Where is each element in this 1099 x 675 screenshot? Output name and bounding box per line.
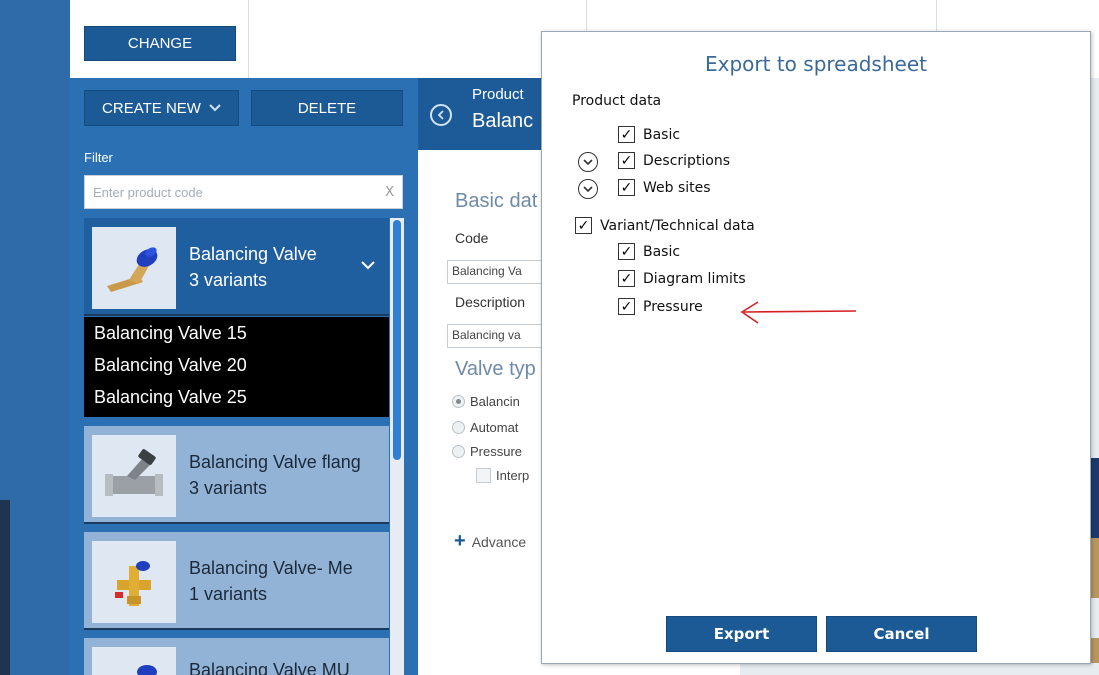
radio-label: Pressure xyxy=(470,444,523,459)
product-name: Balancing Valve- Me xyxy=(189,558,353,578)
export-dialog: Export to spreadsheet Product data ✓ Bas… xyxy=(541,31,1091,664)
toolbar-divider xyxy=(248,0,249,78)
detail-body: Basic dat Code Balancing Va Description … xyxy=(418,150,548,675)
create-new-label: CREATE NEW xyxy=(102,99,201,117)
valve-type-radio[interactable]: Automat xyxy=(452,420,518,435)
checkbox-label: Variant/Technical data xyxy=(600,217,755,234)
checkbox-label: Diagram limits xyxy=(643,270,746,287)
product-name: Balancing Valve MU xyxy=(189,660,350,675)
basic-data-heading: Basic dat xyxy=(455,190,538,212)
dialog-title: Export to spreadsheet xyxy=(705,52,927,76)
clear-filter-icon[interactable]: X xyxy=(385,185,394,200)
product-list-item[interactable]: Balancing Valve MU xyxy=(84,638,389,675)
right-edge-background xyxy=(1091,78,1099,675)
bottom-edge-background xyxy=(740,663,1099,675)
product-list-item[interactable]: Balancing Valve 3 variants xyxy=(84,218,389,316)
product-list-item[interactable]: Balancing Valve flang 3 variants xyxy=(84,426,389,524)
variant-basic-checkbox[interactable]: ✓ Basic xyxy=(618,243,680,260)
advanced-label: Advance xyxy=(471,533,527,550)
description-field[interactable]: Balancing va xyxy=(447,324,548,348)
scrollbar-thumb[interactable] xyxy=(393,220,401,460)
checkmark-icon: ✓ xyxy=(618,270,635,287)
delete-button[interactable]: DELETE xyxy=(251,90,403,126)
diagram-limits-checkbox[interactable]: ✓ Diagram limits xyxy=(618,270,746,287)
product-name: Balancing Valve flang xyxy=(189,452,361,472)
product-list-panel: CREATE NEW DELETE Filter X Balancing Val… xyxy=(70,78,418,675)
checkbox-label: Basic xyxy=(643,126,681,143)
checkmark-icon: ✓ xyxy=(618,179,635,196)
checkmark-icon: ✓ xyxy=(618,152,635,169)
checkbox-label: Web sites xyxy=(643,179,711,196)
product-thumbnail xyxy=(92,435,176,517)
product-list-item[interactable]: Balancing Valve- Me 1 variants xyxy=(84,532,389,630)
valve-type-heading: Valve typ xyxy=(455,358,536,380)
valve-type-radio[interactable]: Pressure xyxy=(452,444,522,459)
checkbox-icon xyxy=(476,468,491,483)
detail-header: Product Balanc xyxy=(418,78,548,150)
variant-row[interactable]: Balancing Valve 15 xyxy=(84,317,389,349)
interp-checkbox[interactable]: Interp xyxy=(476,468,529,483)
radio-icon xyxy=(452,395,465,408)
checkbox-label: Basic xyxy=(643,243,681,260)
variant-list: Balancing Valve 15 Balancing Valve 20 Ba… xyxy=(84,317,389,417)
filter-label: Filter xyxy=(84,150,113,165)
expand-web-sites-icon[interactable] xyxy=(578,179,598,199)
description-label: Description xyxy=(455,294,526,310)
product-thumbnail xyxy=(92,541,176,623)
product-basic-checkbox[interactable]: ✓ Basic xyxy=(618,126,680,143)
right-edge-block xyxy=(1091,538,1099,598)
left-edge-background xyxy=(0,0,70,675)
pressure-checkbox[interactable]: ✓ Pressure xyxy=(618,298,703,315)
web-sites-checkbox[interactable]: ✓ Web sites xyxy=(618,179,711,196)
product-thumbnail xyxy=(92,227,176,309)
radio-label: Automat xyxy=(470,420,519,435)
radio-icon xyxy=(452,421,465,434)
product-code-input[interactable] xyxy=(93,184,386,200)
variant-technical-checkbox[interactable]: ✓ Variant/Technical data xyxy=(575,217,755,234)
checkbox-label: Interp xyxy=(496,468,530,483)
back-icon[interactable] xyxy=(430,104,452,126)
variant-count: 3 variants xyxy=(189,478,268,498)
variant-row[interactable]: Balancing Valve 25 xyxy=(84,381,389,413)
code-label: Code xyxy=(455,230,489,246)
filter-field: X xyxy=(84,175,403,209)
checkbox-label: Descriptions xyxy=(643,152,731,169)
descriptions-checkbox[interactable]: ✓ Descriptions xyxy=(618,152,730,169)
cancel-button[interactable]: Cancel xyxy=(826,616,977,652)
radio-icon xyxy=(452,445,465,458)
left-edge-dark-strip xyxy=(0,500,10,675)
variant-count: 3 variants xyxy=(189,270,268,290)
red-arrow-annotation xyxy=(740,301,857,324)
detail-kicker: Product xyxy=(472,86,524,103)
variant-row[interactable]: Balancing Valve 20 xyxy=(84,349,389,381)
checkbox-label: Pressure xyxy=(643,298,703,315)
radio-label: Balancin xyxy=(470,394,520,409)
code-field[interactable]: Balancing Va xyxy=(447,260,548,284)
checkmark-icon: ✓ xyxy=(618,243,635,260)
create-new-button[interactable]: CREATE NEW xyxy=(84,90,239,126)
change-button[interactable]: CHANGE xyxy=(84,26,236,61)
valve-type-radio[interactable]: Balancin xyxy=(452,394,520,409)
product-thumbnail xyxy=(92,647,176,675)
chevron-down-icon[interactable] xyxy=(361,258,375,274)
export-button[interactable]: Export xyxy=(666,616,817,652)
right-edge-block xyxy=(1091,458,1099,538)
checkmark-icon: ✓ xyxy=(618,126,635,143)
plus-icon: + xyxy=(454,530,466,552)
detail-title: Balanc xyxy=(472,110,534,132)
chevron-down-icon xyxy=(209,101,221,115)
expand-descriptions-icon[interactable] xyxy=(578,152,598,172)
checkmark-icon: ✓ xyxy=(618,298,635,315)
checkmark-icon: ✓ xyxy=(575,217,592,234)
list-scrollbar[interactable] xyxy=(390,218,404,675)
variant-count: 1 variants xyxy=(189,584,268,604)
advanced-toggle[interactable]: + Advance xyxy=(454,530,526,553)
product-name: Balancing Valve xyxy=(189,244,317,264)
product-data-label: Product data xyxy=(572,93,662,109)
